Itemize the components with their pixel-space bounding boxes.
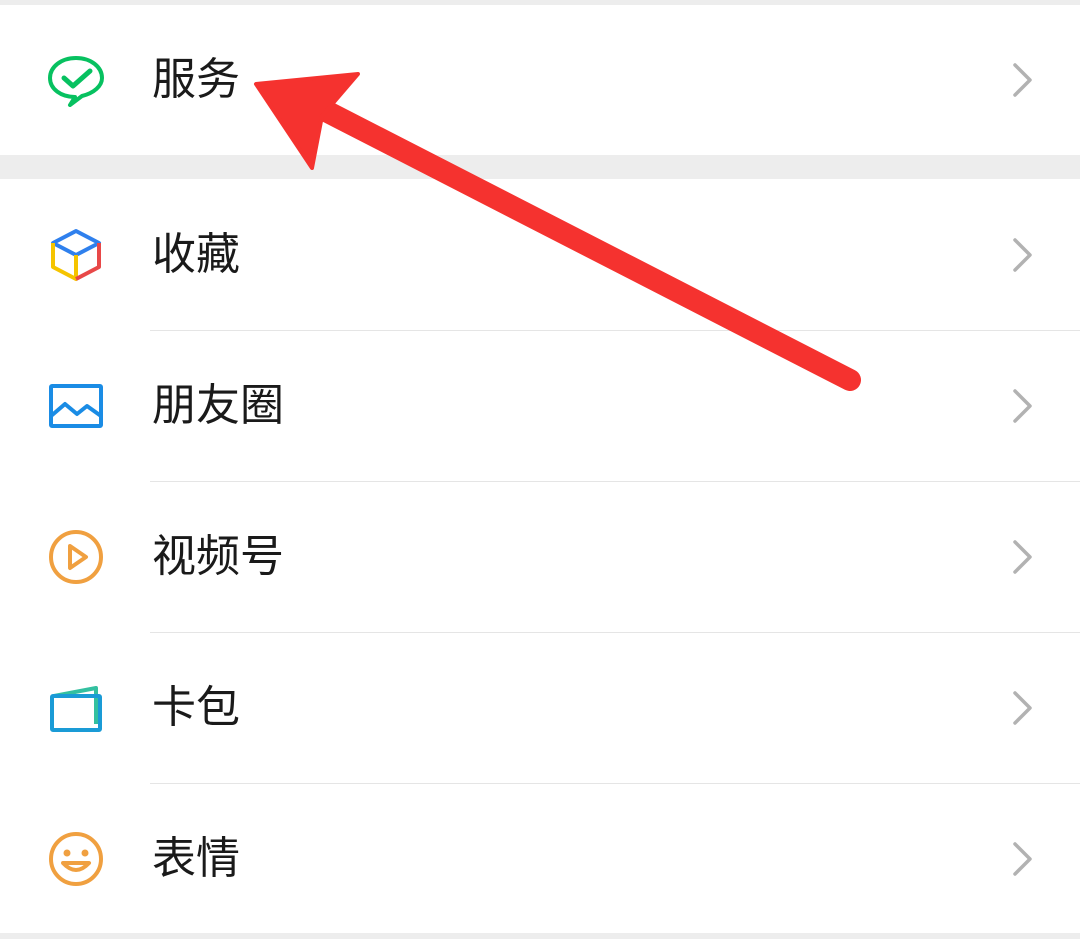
services-group: 服务 (0, 5, 1080, 155)
menu-item-label: 朋友圈 (152, 379, 284, 431)
chevron-right-icon (1012, 841, 1034, 877)
chevron-right-icon (1012, 62, 1034, 98)
menu-item-label: 服务 (152, 54, 240, 105)
chevron-right-icon (1012, 237, 1034, 273)
menu-item-channels[interactable]: 视频号 (0, 481, 1080, 632)
card-wallet-icon (46, 678, 106, 738)
menu-item-stickers[interactable]: 表情 (0, 783, 1080, 934)
chevron-right-icon (1012, 388, 1034, 424)
features-group: 收藏 朋友圈 视频号 卡包 表情 (0, 179, 1080, 933)
favorites-cube-icon (46, 225, 106, 285)
menu-item-label: 视频号 (152, 530, 284, 582)
menu-item-moments[interactable]: 朋友圈 (0, 330, 1080, 481)
sticker-smile-icon (46, 829, 106, 889)
menu-item-label: 收藏 (152, 228, 240, 280)
chevron-right-icon (1012, 539, 1034, 575)
menu-item-services[interactable]: 服务 (0, 5, 1080, 155)
wechat-pay-check-icon (46, 50, 106, 110)
menu-item-card-wallet[interactable]: 卡包 (0, 632, 1080, 783)
menu-item-label: 表情 (152, 832, 240, 884)
channels-play-icon (46, 527, 106, 587)
menu-item-label: 卡包 (152, 681, 240, 733)
chevron-right-icon (1012, 690, 1034, 726)
menu-item-favorites[interactable]: 收藏 (0, 179, 1080, 330)
moments-picture-icon (46, 376, 106, 436)
